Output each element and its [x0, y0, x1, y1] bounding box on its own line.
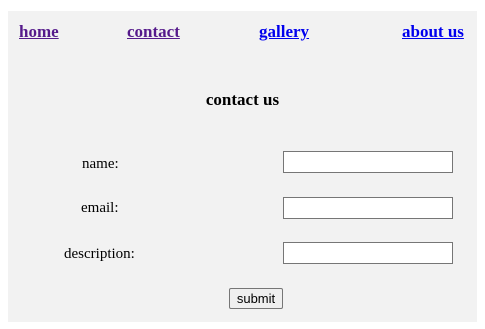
nav-link-contact[interactable]: contact: [127, 22, 180, 42]
page-title: contact us: [205, 90, 280, 109]
name-label: name:: [82, 156, 119, 172]
nav-link-gallery[interactable]: gallery: [259, 22, 309, 42]
nav-link-about-us[interactable]: about us: [402, 22, 464, 42]
description-field[interactable]: [283, 242, 453, 264]
submit-button[interactable]: submit: [229, 288, 283, 309]
description-label: description:: [64, 246, 135, 262]
name-field[interactable]: [283, 151, 453, 173]
email-label: email:: [81, 200, 119, 216]
nav-link-home[interactable]: home: [19, 22, 59, 42]
email-field[interactable]: [283, 197, 453, 219]
